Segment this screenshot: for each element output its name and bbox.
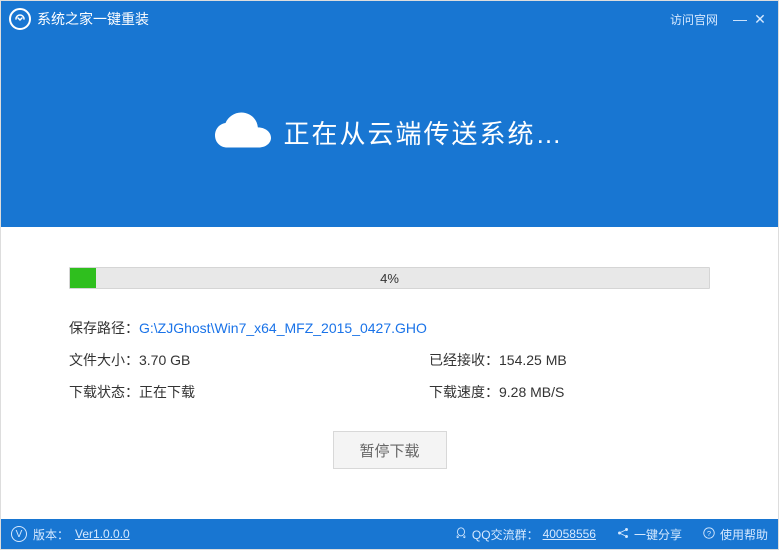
svg-text:?: ? [707,528,711,537]
status-value: 正在下载 [139,381,195,403]
speed-label: 下载速度： [429,381,499,403]
share-icon [616,526,630,543]
cloud-icon [215,110,271,155]
share-link[interactable]: 一键分享 [616,526,682,543]
version-label: 版本： [33,526,69,543]
visit-site-link[interactable]: 访问官网 [670,11,718,28]
qq-value: 40058556 [543,527,596,541]
save-path-value[interactable]: G:\ZJGhost\Win7_x64_MFZ_2015_0427.GHO [139,317,427,339]
hero-banner: 正在从云端传送系统… [1,37,778,227]
help-icon: ? [702,526,716,543]
file-size-label: 文件大小： [69,349,139,371]
app-title: 系统之家一键重装 [37,9,149,29]
footer: V 版本： Ver1.0.0.0 QQ交流群： 40058556 一键分享 ? … [1,519,778,549]
save-path-label: 保存路径： [69,317,139,339]
minimize-button[interactable]: — [730,9,750,29]
status-label: 下载状态： [69,381,139,403]
file-size-value: 3.70 GB [139,349,190,371]
qq-label: QQ交流群： [472,526,539,543]
help-label: 使用帮助 [720,526,768,543]
received-value: 154.25 MB [499,349,567,371]
version-icon: V [11,526,27,542]
qq-group-link[interactable]: QQ交流群： 40058556 [454,526,596,543]
titlebar: 系统之家一键重装 访问官网 — ✕ [1,1,778,37]
pause-download-button[interactable]: 暂停下载 [333,431,447,469]
main-content: 4% 保存路径： G:\ZJGhost\Win7_x64_MFZ_2015_04… [1,227,778,519]
help-link[interactable]: ? 使用帮助 [702,526,768,543]
close-button[interactable]: ✕ [750,9,770,29]
app-logo-icon [9,8,31,30]
progress-label: 4% [70,268,709,288]
progress-bar: 4% [69,267,710,289]
hero-text: 正在从云端传送系统… [283,114,563,151]
speed-value: 9.28 MB/S [499,381,564,403]
version-value[interactable]: Ver1.0.0.0 [75,527,130,541]
download-info: 保存路径： G:\ZJGhost\Win7_x64_MFZ_2015_0427.… [69,317,710,403]
qq-icon [454,526,468,543]
received-label: 已经接收： [429,349,499,371]
share-label: 一键分享 [634,526,682,543]
